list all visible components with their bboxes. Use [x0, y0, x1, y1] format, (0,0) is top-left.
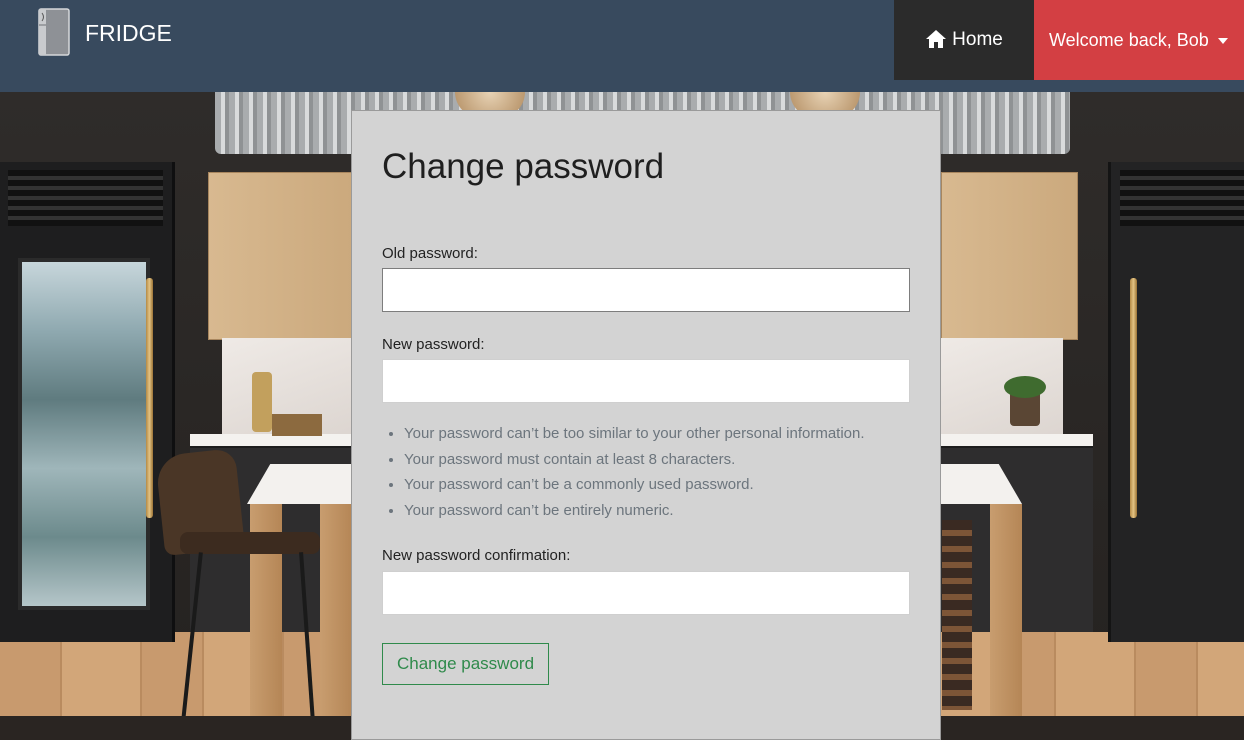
fridge-icon: [38, 8, 70, 56]
confirm-password-label: New password confirmation:: [382, 547, 571, 564]
nav-home-label: Home: [952, 29, 1003, 50]
old-password-input[interactable]: [382, 268, 910, 312]
help-item: Your password must contain at least 8 ch…: [404, 449, 865, 475]
brand-link[interactable]: FRIDGE: [36, 7, 172, 57]
help-item: Your password can’t be too similar to yo…: [404, 423, 865, 449]
brand-name: FRIDGE: [85, 20, 172, 46]
user-dropdown-toggle[interactable]: Welcome back, Bob: [1034, 0, 1244, 80]
navbar: FRIDGE Home Welcome back, Bob: [0, 0, 1244, 92]
new-password-label: New password:: [382, 336, 485, 353]
change-password-card: Change password Old password: New passwo…: [351, 110, 941, 740]
help-item: Your password can’t be a commonly used p…: [404, 474, 865, 500]
old-password-label: Old password:: [382, 245, 478, 262]
help-item: Your password can’t be entirely numeric.: [404, 500, 865, 526]
user-greeting: Welcome back, Bob: [1049, 29, 1209, 50]
new-password-input[interactable]: [382, 359, 910, 403]
page-title: Change password: [382, 147, 665, 186]
password-help-list: Your password can’t be too similar to yo…: [382, 423, 865, 525]
change-password-button[interactable]: Change password: [382, 643, 550, 685]
nav-home-link[interactable]: Home: [894, 0, 1034, 80]
home-icon: [926, 30, 947, 48]
caret-down-icon: [1217, 38, 1228, 44]
confirm-password-input[interactable]: [382, 571, 910, 615]
